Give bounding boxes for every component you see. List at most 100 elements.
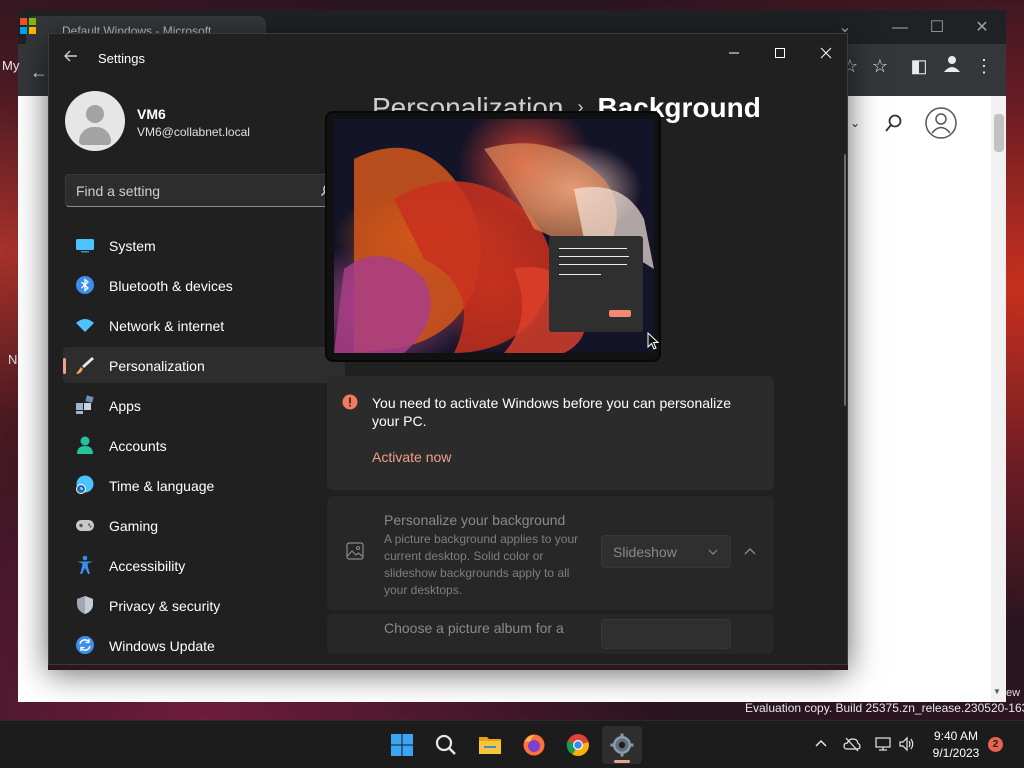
mouse-cursor-icon xyxy=(647,332,659,350)
settings-titlebar: Settings xyxy=(49,34,847,82)
browser-star-icon[interactable]: ☆ xyxy=(868,54,892,78)
preview-line xyxy=(559,256,629,257)
background-type-value: Slideshow xyxy=(613,544,677,560)
monitor-icon xyxy=(76,239,94,253)
network-icon[interactable] xyxy=(874,735,892,753)
page-search-icon[interactable] xyxy=(884,113,904,138)
maximize-button[interactable] xyxy=(760,40,800,68)
taskbar xyxy=(0,720,1024,768)
desktop-side-text: N xyxy=(8,352,18,367)
activation-message: You need to activate Windows before you … xyxy=(372,395,732,429)
preview-line xyxy=(559,274,601,275)
sidebar-item-label: Accounts xyxy=(109,438,167,454)
sidebar-item-label: Network & internet xyxy=(109,318,225,334)
sidebar-item-label: Bluetooth & devices xyxy=(109,278,233,294)
sidebar-item-gaming[interactable]: Gaming xyxy=(63,507,345,543)
microsoft-logo-icon xyxy=(20,18,36,34)
picture-icon xyxy=(346,542,364,560)
cloud-offline-icon[interactable] xyxy=(843,735,861,753)
picture-album-title: Choose a picture album for a xyxy=(384,620,564,636)
apps-icon xyxy=(76,395,94,414)
browser-profile-icon[interactable] xyxy=(940,54,964,78)
settings-title: Settings xyxy=(98,51,145,66)
activate-now-link[interactable]: Activate now xyxy=(372,449,451,465)
chevron-down-icon xyxy=(708,549,718,555)
browser-close-button[interactable]: ✕ xyxy=(970,16,994,40)
update-icon xyxy=(76,636,94,654)
shield-icon xyxy=(77,596,93,614)
clock-date[interactable]: 9/1/2023 xyxy=(930,746,982,760)
accounts-icon xyxy=(77,436,93,454)
file-explorer-button[interactable] xyxy=(470,726,510,764)
close-button[interactable] xyxy=(806,40,846,68)
sidebar-item-apps[interactable]: Apps xyxy=(63,387,345,423)
search-box xyxy=(65,174,345,207)
sidebar-item-label: Apps xyxy=(109,398,141,414)
sidebar-item-label: Gaming xyxy=(109,518,159,534)
browser-bookmark-text: My xyxy=(2,58,20,73)
globe-clock-icon xyxy=(76,475,94,494)
bluetooth-icon xyxy=(76,276,94,294)
info-icon xyxy=(342,394,358,410)
sidebar-item-system[interactable]: System xyxy=(63,227,345,263)
background-title: Personalize your background xyxy=(384,512,566,528)
sidebar-item-label: System xyxy=(109,238,156,254)
back-arrow-icon[interactable] xyxy=(63,48,83,68)
browser-menu-icon[interactable]: ⋮ xyxy=(972,54,996,78)
sidebar-item-label: Privacy & security xyxy=(109,598,221,614)
chevron-up-icon[interactable] xyxy=(743,546,757,556)
desktop-side-text-2: ew xyxy=(1006,687,1021,699)
sidebar-nav: System Bluetooth & devices Network & int… xyxy=(63,227,345,664)
user-name: VM6 xyxy=(137,106,166,122)
sidebar-item-label: Accessibility xyxy=(109,558,186,574)
preview-line xyxy=(559,248,627,249)
sidebar-item-windows-update[interactable]: Windows Update xyxy=(63,627,345,663)
page-chevron-icon[interactable]: ⌄ xyxy=(850,116,860,130)
preview-window-mockup xyxy=(549,236,643,332)
sidebar-item-label: Time & language xyxy=(109,478,215,494)
show-hidden-icons-icon[interactable] xyxy=(812,735,830,753)
sidebar-item-label: Windows Update xyxy=(109,638,215,654)
wifi-icon xyxy=(76,319,94,332)
sidebar-item-accessibility[interactable]: Accessibility xyxy=(63,547,345,583)
browser-minimize-button[interactable]: — xyxy=(888,16,912,40)
browser-scrollbar-thumb[interactable] xyxy=(994,114,1004,152)
content-scrollbar[interactable] xyxy=(844,154,846,406)
window-clip xyxy=(48,665,848,670)
active-app-indicator xyxy=(614,760,630,763)
background-type-dropdown[interactable]: Slideshow xyxy=(601,535,731,568)
chrome-button[interactable] xyxy=(558,726,598,764)
avatar[interactable] xyxy=(65,91,125,151)
clock-time[interactable]: 9:40 AM xyxy=(930,729,982,743)
settings-taskbar-button[interactable] xyxy=(602,726,642,764)
sidebar-item-bluetooth[interactable]: Bluetooth & devices xyxy=(63,267,345,303)
taskbar-search-button[interactable] xyxy=(426,726,466,764)
browser-back-icon[interactable]: ← xyxy=(30,62,48,83)
sidebar-item-label: Personalization xyxy=(109,358,205,374)
sidebar-item-accounts[interactable]: Accounts xyxy=(63,427,345,463)
browser-sidebar-icon[interactable]: ◧ xyxy=(907,54,931,78)
sidebar-item-time-language[interactable]: Time & language xyxy=(63,467,345,503)
gamepad-icon xyxy=(76,520,94,531)
firefox-button[interactable] xyxy=(514,726,554,764)
search-input[interactable] xyxy=(76,182,306,200)
selection-indicator xyxy=(63,358,66,374)
browser-scroll-down-icon[interactable]: ▼ xyxy=(993,687,1001,696)
start-button[interactable] xyxy=(382,726,422,764)
page-account-icon[interactable] xyxy=(924,106,958,145)
preview-line xyxy=(559,264,627,265)
browser-maximize-button[interactable]: ☐ xyxy=(925,16,949,40)
evaluation-watermark: Evaluation copy. Build 25375.zn_release.… xyxy=(745,701,1024,715)
background-description: A picture background applies to your cur… xyxy=(384,532,579,597)
browser-scrollbar[interactable] xyxy=(991,96,1006,702)
user-email: VM6@collabnet.local xyxy=(137,125,250,139)
preview-button xyxy=(609,310,631,317)
sidebar-item-network[interactable]: Network & internet xyxy=(63,307,345,343)
volume-icon[interactable] xyxy=(898,735,916,753)
brush-icon xyxy=(76,357,94,374)
notification-badge[interactable]: 2 xyxy=(988,737,1003,752)
sidebar-item-privacy[interactable]: Privacy & security xyxy=(63,587,345,623)
browse-button[interactable] xyxy=(601,619,731,649)
sidebar-item-personalization[interactable]: Personalization xyxy=(63,347,345,383)
minimize-button[interactable] xyxy=(714,40,754,68)
